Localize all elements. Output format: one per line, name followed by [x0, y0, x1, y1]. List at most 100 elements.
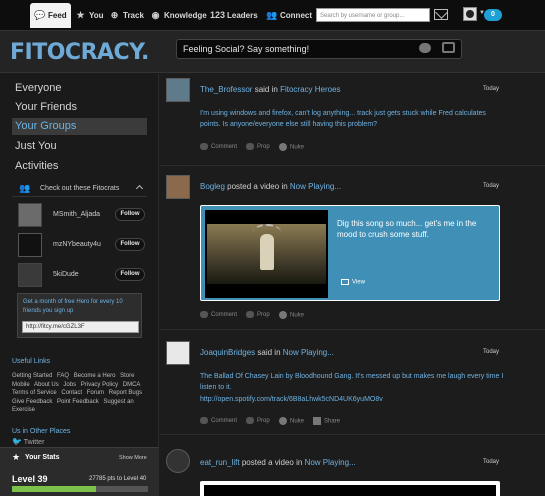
other-places-title: Us in Other Places: [12, 428, 71, 435]
nav-you[interactable]: ★ You: [75, 3, 104, 28]
video-thumbnail[interactable]: [204, 485, 496, 496]
view-button[interactable]: View: [341, 279, 365, 286]
nav-knowledge[interactable]: ◉ Knowledge: [150, 3, 207, 28]
nav-leaders[interactable]: 123 Leaders: [210, 3, 258, 28]
sidebar: Everyone Your Friends Your Groups Just Y…: [0, 74, 159, 496]
avatar[interactable]: [463, 7, 477, 21]
follow-button[interactable]: Follow: [115, 238, 145, 251]
sidebar-item-just-you[interactable]: Just You: [15, 140, 57, 152]
nuke-icon: [279, 417, 287, 425]
link-point-feedback[interactable]: Point Feedback: [57, 399, 99, 405]
camera-icon[interactable]: [442, 42, 455, 53]
avatar[interactable]: [166, 341, 190, 365]
fitocracy-logo[interactable]: FITOCRACY.: [10, 40, 149, 65]
post-group[interactable]: Now Playing...: [305, 458, 356, 467]
avatar[interactable]: [166, 78, 190, 102]
nav-connect-label: Connect: [280, 11, 312, 20]
post-verb: said in: [257, 348, 281, 357]
link-forum[interactable]: Forum: [87, 390, 104, 396]
avatar[interactable]: [18, 203, 42, 227]
share-icon: [313, 417, 321, 425]
prop-button[interactable]: Prop: [246, 417, 270, 424]
link-jobs[interactable]: Jobs: [63, 382, 76, 388]
post-group[interactable]: Fitocracy Heroes: [280, 85, 340, 94]
nuke-label: Nuke: [290, 418, 305, 425]
thumbs-up-icon: [246, 417, 254, 424]
link-mobile[interactable]: Mobile: [12, 382, 30, 388]
avatar[interactable]: [18, 263, 42, 287]
link-getting-started[interactable]: Getting Started: [12, 373, 52, 379]
twitter-link[interactable]: 🐦 Twitter: [12, 437, 44, 446]
show-more-link[interactable]: Show More: [119, 455, 147, 461]
post-verb: said in: [254, 85, 278, 94]
level-progress-fill: [12, 486, 97, 492]
prop-button[interactable]: Prop: [246, 311, 270, 318]
post-time: Today: [483, 349, 500, 355]
link-store[interactable]: Store: [120, 373, 134, 379]
chat-icon[interactable]: [419, 43, 431, 53]
sidebar-item-your-friends[interactable]: Your Friends: [15, 101, 77, 113]
post-group[interactable]: Now Playing...: [283, 348, 334, 357]
referral-link-field[interactable]: http://fitcy.me/cGZL3F: [22, 321, 139, 333]
link-report-bugs[interactable]: Report Bugs: [109, 390, 142, 396]
sidebar-item-your-groups[interactable]: Your Groups: [12, 118, 147, 135]
fitocrat-name[interactable]: MSmith_Aljada: [53, 211, 100, 218]
video-card[interactable]: [200, 481, 500, 496]
link-privacy-policy[interactable]: Privacy Policy: [81, 382, 118, 388]
follow-button[interactable]: Follow: [115, 268, 145, 281]
video-card[interactable]: Dig this song so much... get's me in the…: [200, 205, 500, 301]
leaders-icon: 123: [210, 10, 226, 20]
post-username[interactable]: The_Brofessor: [200, 85, 252, 94]
fitocrat-name[interactable]: 5kiDude: [53, 271, 79, 278]
avatar[interactable]: [18, 233, 42, 257]
feed: The_Brofessor said in Fitocracy Heroes T…: [160, 74, 545, 496]
comment-label: Comment: [211, 418, 238, 425]
follow-button[interactable]: Follow: [115, 208, 145, 221]
link-faq[interactable]: FAQ: [57, 373, 69, 379]
sidebar-item-activities[interactable]: Activities: [15, 160, 58, 172]
prop-button[interactable]: Prop: [246, 143, 270, 150]
chevron-up-icon[interactable]: [135, 184, 144, 193]
comment-button[interactable]: Comment: [200, 311, 237, 318]
link-terms[interactable]: Terms of Service: [12, 390, 57, 396]
post-header: eat_run_lift posted a video in Now Playi…: [200, 458, 356, 467]
nuke-button[interactable]: Nuke: [279, 311, 304, 319]
nav-track[interactable]: ⊕ Track: [109, 3, 144, 28]
nuke-button[interactable]: Nuke: [279, 143, 304, 151]
comment-button[interactable]: Comment: [200, 417, 237, 424]
share-button[interactable]: Share: [313, 417, 340, 425]
nav-you-label: You: [89, 11, 104, 20]
notification-badge[interactable]: 0: [484, 9, 502, 21]
link-dmca[interactable]: DMCA: [123, 382, 141, 388]
nav-connect[interactable]: 👥 Connect: [266, 3, 312, 28]
avatar[interactable]: [166, 175, 190, 199]
star-icon: ★: [76, 10, 85, 20]
nav-knowledge-label: Knowledge: [164, 11, 207, 20]
link-give-feedback[interactable]: Give Feedback: [12, 399, 52, 405]
post-group[interactable]: Now Playing...: [290, 182, 341, 191]
post-time: Today: [483, 459, 500, 465]
post-username[interactable]: Bogleg: [200, 182, 225, 191]
mail-icon[interactable]: [434, 9, 448, 20]
fitocrat-name[interactable]: mzNYbeauty4u: [53, 241, 101, 248]
stats-title: Your Stats: [25, 454, 60, 461]
post-link[interactable]: http://open.spotify.com/track/6B8aLhwk5c…: [200, 394, 505, 405]
post-verb: posted a video: [227, 182, 280, 191]
nav-feed[interactable]: 💬 Feed: [30, 3, 71, 28]
video-thumbnail[interactable]: [205, 210, 328, 298]
speech-bubble-icon: 💬: [34, 10, 46, 20]
comment-icon: [200, 311, 208, 318]
avatar[interactable]: [166, 449, 190, 473]
search-input[interactable]: Search by username or group...: [316, 8, 430, 22]
comment-label: Comment: [211, 144, 238, 151]
link-become-a-hero[interactable]: Become a Hero: [74, 373, 116, 379]
post-username[interactable]: JoaquinBridges: [200, 348, 255, 357]
comment-button[interactable]: Comment: [200, 143, 237, 150]
link-about-us[interactable]: About Us: [34, 382, 59, 388]
post-username[interactable]: eat_run_lift: [200, 458, 240, 467]
link-contact[interactable]: Contact: [61, 390, 82, 396]
video-description: Dig this song so much... get's me in the…: [337, 219, 477, 239]
sidebar-item-everyone[interactable]: Everyone: [15, 82, 61, 94]
nuke-button[interactable]: Nuke: [279, 417, 304, 425]
nuke-label: Nuke: [290, 312, 305, 319]
